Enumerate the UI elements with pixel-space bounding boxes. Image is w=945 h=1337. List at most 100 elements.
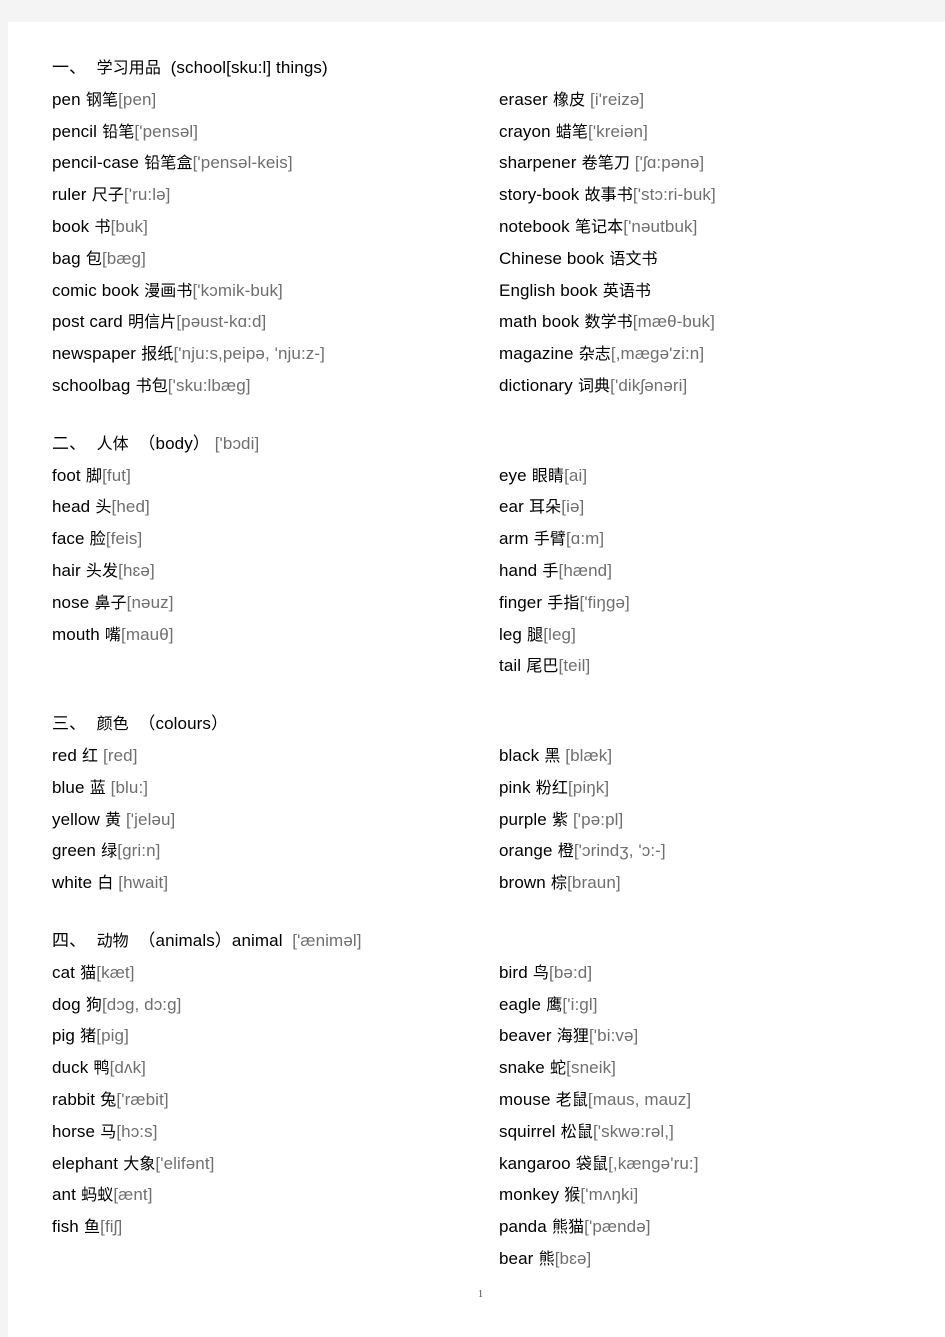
vocab-entry: yellow 黄 ['jeləu] — [52, 804, 497, 836]
entry-phonetic: ['fiŋgə] — [579, 592, 630, 612]
entry-phonetic: [pəust-kɑ:d] — [176, 312, 267, 332]
entry-translation: 猴 — [559, 1185, 581, 1205]
entry-translation: 铅笔 — [97, 121, 135, 141]
vocab-entry: red 红 [red] — [52, 740, 497, 772]
entry-phonetic: ['skwə:rəl,] — [592, 1121, 674, 1141]
vocab-entry: newspaper 报纸['nju:s,peipə, 'nju:z-] — [52, 338, 497, 370]
entry-word: hand — [499, 560, 538, 580]
entry-phonetic: [dɔg, dɔ:g] — [101, 994, 182, 1014]
vocab-entry: Chinese book 语文书 — [499, 243, 899, 275]
entry-phonetic: [iə] — [561, 497, 585, 517]
page-body: 一、 学习用品 (school[sku:l] things) pen 钢笔[pen… — [8, 22, 945, 1337]
vocab-entry: rabbit 兔['ræbit] — [52, 1084, 497, 1116]
vocab-entry: bear 熊[bɛə] — [499, 1243, 899, 1275]
entry-translation: 蚂蚁 — [75, 1185, 114, 1205]
vocab-entry: black 黑 [blæk] — [499, 740, 899, 772]
entry-word: tail — [499, 656, 522, 676]
entry-word: head — [52, 497, 91, 517]
vocab-entry: brown 棕[braun] — [499, 867, 899, 899]
entry-phonetic: ['i:gl] — [562, 994, 598, 1014]
vocab-entry: crayon 蜡笔['kreiən] — [499, 116, 899, 148]
section-column-right: eraser 橡皮 [i'reizə] crayon 蜡笔['kreiən] sha… — [497, 52, 899, 402]
entry-word: elephant — [52, 1153, 119, 1173]
entry-translation: 绿 — [95, 841, 118, 861]
entry-word: black — [499, 745, 540, 765]
entry-phonetic: ['nju:s,peipə, 'nju:z-] — [173, 344, 325, 364]
section-title-cn: 动物 — [86, 930, 129, 950]
vocab-entry: ant 蚂蚁[ænt] — [52, 1179, 497, 1211]
vocab-entry: foot 脚[fut] — [52, 460, 497, 492]
entry-phonetic: ['pændə] — [584, 1217, 651, 1237]
entry-translation: 耳朵 — [523, 497, 562, 517]
entry-translation: 兔 — [95, 1089, 117, 1109]
entry-phonetic: [feis] — [105, 529, 143, 549]
entry-word: duck — [52, 1058, 89, 1078]
vocab-entry: squirrel 松鼠['skwə:rəl,] — [499, 1116, 899, 1148]
entry-translation: 猪 — [75, 1026, 97, 1046]
entry-word: pencil — [52, 121, 98, 141]
entry-translation: 报纸 — [136, 344, 174, 364]
entry-phonetic: [ænt] — [113, 1185, 153, 1205]
entry-translation: 海狸 — [551, 1026, 589, 1046]
entry-phonetic: [ɑ:m] — [565, 529, 605, 549]
vocab-entry: finger 手指['fiŋgə] — [499, 587, 899, 619]
vocab-entry: beaver 海狸['bi:və] — [499, 1020, 899, 1052]
entry-word: red — [52, 745, 77, 765]
entry-word: finger — [499, 592, 543, 612]
entry-phonetic: ['dikʃənəri] — [610, 375, 688, 395]
vocab-entry: ear 耳朵[iə] — [499, 491, 899, 523]
entry-word: brown — [499, 873, 546, 893]
entry-word: magazine — [499, 344, 574, 364]
section-heading: 二、 人体 （body） ['bɔdi] — [52, 428, 497, 460]
entry-phonetic: [mæθ-buk] — [632, 312, 715, 332]
vocab-entry: post card 明信片[pəust-kɑ:d] — [52, 306, 497, 338]
section-column-right: eye 眼睛[ai] ear 耳朵[iə] arm 手臂[ɑ:m] hand 手[hæ… — [497, 428, 899, 682]
entry-word: snake — [499, 1058, 545, 1078]
section-index: 四、 — [52, 930, 87, 950]
entry-translation: 腿 — [522, 624, 544, 644]
entry-translation: 猫 — [74, 962, 97, 982]
entry-phonetic: ['pə:pl] — [568, 809, 624, 829]
entry-translation: 脸 — [84, 529, 106, 549]
entry-word: bird — [499, 962, 528, 982]
entry-translation: 熊 — [533, 1248, 555, 1268]
vocab-entry: book 书[buk] — [52, 211, 497, 243]
vocab-entry: mouse 老鼠[maus, mauz] — [499, 1084, 899, 1116]
entry-phonetic: ['stɔ:ri-buk] — [632, 185, 716, 205]
entry-translation: 尾巴 — [521, 656, 559, 676]
entry-translation: 尺子 — [86, 185, 124, 205]
page-footer: 1 — [16, 1284, 945, 1302]
vocab-entry: story-book 故事书['stɔ:ri-buk] — [499, 179, 899, 211]
entry-word: orange — [499, 841, 553, 861]
entry-phonetic: ['ʃɑ:pənə] — [629, 153, 705, 173]
entry-word: horse — [52, 1121, 96, 1141]
vocab-entry: bag 包[bæg] — [52, 243, 497, 275]
entry-translation: 蛇 — [544, 1058, 567, 1078]
entry-word: math book — [499, 312, 580, 332]
vocab-entry: mouth 嘴[mauθ] — [52, 619, 497, 651]
section-title-phonetic: ['æniməl] — [282, 930, 362, 950]
section-school-things: 一、 学习用品 (school[sku:l] things) pen 钢笔[pen… — [52, 52, 899, 402]
entry-word: pig — [52, 1026, 75, 1046]
entry-phonetic: [blu:] — [105, 777, 149, 797]
entry-word: mouse — [499, 1089, 551, 1109]
entry-word: English book — [499, 280, 598, 300]
entry-phonetic: [hænd] — [558, 560, 613, 580]
entry-word: arm — [499, 529, 529, 549]
entry-translation: 包 — [80, 248, 102, 268]
vocab-entry: eye 眼睛[ai] — [499, 460, 899, 492]
entry-word: notebook — [499, 216, 570, 236]
column-spacer — [499, 925, 899, 957]
entry-word: ruler — [52, 185, 87, 205]
vocab-entry: head 头[hed] — [52, 491, 497, 523]
entry-word: rabbit — [52, 1089, 96, 1109]
entry-phonetic: [fiʃ] — [100, 1217, 123, 1237]
entry-word: kangaroo — [499, 1153, 571, 1173]
vocab-entry: cat 猫[kæt] — [52, 957, 497, 989]
entry-translation: 眼睛 — [526, 465, 565, 485]
vocab-entry: math book 数学书[mæθ-buk] — [499, 306, 899, 338]
section-title-en: （animals）animal — [128, 930, 283, 950]
entry-word: purple — [499, 809, 547, 829]
entry-word: eye — [499, 465, 527, 485]
column-spacer — [499, 52, 899, 84]
